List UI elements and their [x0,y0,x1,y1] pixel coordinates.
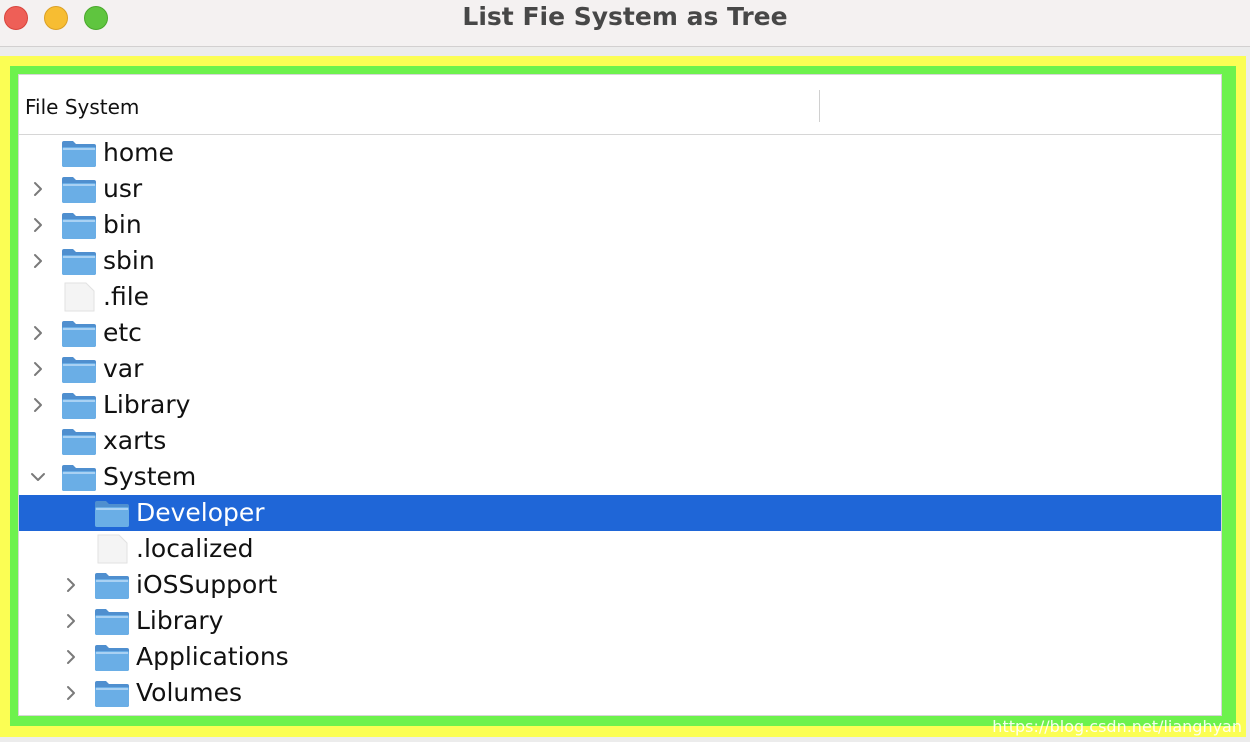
chevron-right-icon[interactable] [63,685,79,701]
folder-icon [62,249,96,275]
tree-table: File System home usr bin sbin .file etc var Lib… [18,74,1222,716]
folder-icon [62,321,96,347]
tree-row[interactable]: .file [19,279,1221,315]
tree-row-label: Volumes [136,678,243,707]
chevron-right-icon[interactable] [63,649,79,665]
tree-row[interactable]: Volumes [19,675,1221,711]
tree-row-label: .file [103,282,150,311]
tree-row-label: .localized [136,534,254,563]
tree-row-label: iOSSupport [136,570,278,599]
tree-row-label: Library [136,606,224,635]
column-header-bar: File System [19,75,1221,135]
folder-icon [62,465,96,491]
chevron-right-icon[interactable] [30,181,46,197]
watermark: https://blog.csdn.net/lianghyan [992,717,1242,736]
tree-row-label: xarts [103,426,167,455]
chevron-right-icon[interactable] [63,613,79,629]
tree-row[interactable]: etc [19,315,1221,351]
tree-row[interactable]: System [19,459,1221,495]
column-divider[interactable] [819,90,820,122]
tree-row-label: Developer [136,498,265,527]
folder-icon [62,141,96,167]
tree-row-label: etc [103,318,142,347]
tree-rows: home usr bin sbin .file etc var Library xarts Sys… [19,135,1221,711]
folder-icon [95,501,129,527]
chevron-right-icon[interactable] [30,217,46,233]
chevron-right-icon[interactable] [30,361,46,377]
folder-icon [62,393,96,419]
window-title: List Fie System as Tree [462,2,788,31]
folder-icon [62,357,96,383]
tree-row[interactable]: Applications [19,639,1221,675]
chevron-right-icon[interactable] [63,577,79,593]
chevron-right-icon[interactable] [30,325,46,341]
tree-row[interactable]: xarts [19,423,1221,459]
tree-row[interactable]: .localized [19,531,1221,567]
tree-row-label: System [103,462,197,491]
tree-row-label: usr [103,174,143,203]
chevron-down-icon[interactable] [30,469,46,485]
folder-icon [95,645,129,671]
tree-row[interactable]: home [19,135,1221,171]
tree-row[interactable]: Library [19,603,1221,639]
tree-row[interactable]: iOSSupport [19,567,1221,603]
title-bar: List Fie System as Tree [0,0,1250,47]
tree-row[interactable]: usr [19,171,1221,207]
tree-row-label: var [103,354,144,383]
chevron-right-icon[interactable] [30,397,46,413]
tree-row-label: Library [103,390,191,419]
tree-row-label: Applications [136,642,289,671]
folder-icon [62,177,96,203]
folder-icon [95,681,129,707]
tree-row[interactable]: Developer [19,495,1221,531]
tree-row[interactable]: bin [19,207,1221,243]
folder-icon [62,213,96,239]
folder-icon [95,573,129,599]
tree-row-label: sbin [103,246,155,275]
file-icon [97,534,128,564]
tree-row-label: bin [103,210,142,239]
tree-row[interactable]: Library [19,387,1221,423]
column-header-file-system[interactable]: File System [25,95,139,119]
tree-row[interactable]: sbin [19,243,1221,279]
file-icon [64,282,95,312]
folder-icon [95,609,129,635]
chevron-right-icon[interactable] [30,253,46,269]
folder-icon [62,429,96,455]
tree-row-label: home [103,138,174,167]
tree-row[interactable]: var [19,351,1221,387]
